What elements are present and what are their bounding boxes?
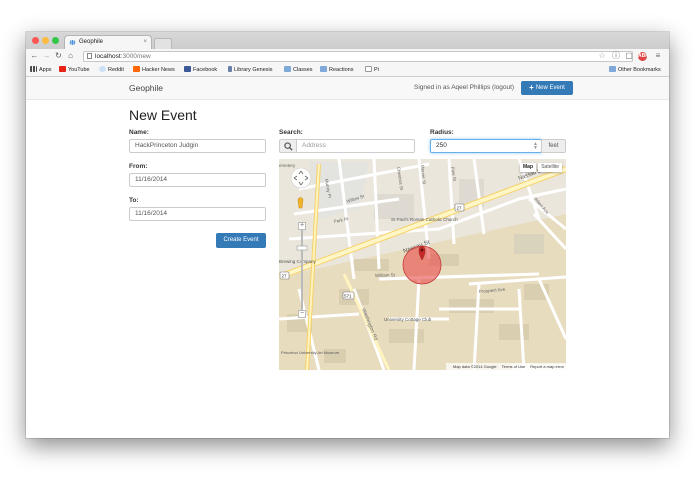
new-event-label: New Event [535, 85, 565, 91]
route-27-label: 27 [457, 206, 463, 211]
apps-grid-icon [30, 66, 37, 72]
marker-center [420, 248, 424, 252]
map-type-satellite-button[interactable]: Satellite [538, 163, 562, 172]
signed-in-text[interactable]: Signed in as Aqeel Phillips (logout) [414, 77, 514, 99]
number-spinner-icon[interactable]: ▲ ▼ [533, 142, 538, 151]
library-icon [228, 66, 232, 72]
from-label: From: [129, 163, 148, 170]
art-museum-label: Princeton University Art Museum [281, 350, 340, 355]
reddit-icon [99, 66, 106, 72]
address-bar[interactable]: localhost:3000/new [83, 51, 633, 62]
youtube-icon [59, 66, 66, 72]
bookmark-youtube[interactable]: YouTube [59, 64, 90, 76]
page-icon [365, 66, 372, 72]
bookmark-other[interactable]: Other Bookmarks [609, 64, 661, 76]
bookmark-library-genesis[interactable]: Library Genesis [228, 64, 273, 76]
reload-icon[interactable]: ↻ [54, 51, 63, 61]
to-date-field[interactable]: 11/16/2014 [129, 207, 266, 221]
map-data-credit: Map data ©2014 Google [452, 364, 497, 369]
create-event-button[interactable]: Create Event [216, 233, 266, 248]
bookmark-reactions[interactable]: Reactions [320, 64, 353, 76]
map-type-map-button[interactable]: Map [520, 163, 536, 172]
william-street-label: William St [375, 272, 396, 278]
cottage-club-label: University Cottage Club [384, 317, 432, 322]
search-icon [284, 142, 293, 151]
radius-value: 250 [436, 142, 447, 149]
url-path: :3000/new [120, 53, 151, 60]
bookmark-hacker-news[interactable]: Hacker News [133, 64, 175, 76]
back-arrow-icon[interactable]: ← [30, 51, 39, 61]
radius-input[interactable]: 250 ▲ ▼ [430, 139, 542, 153]
page-content: Geophile Signed in as Aqeel Phillips (lo… [26, 77, 669, 438]
name-field[interactable]: HackPrinceton Judgin [129, 139, 266, 153]
cemetery-label: emetery [279, 163, 296, 168]
tab-title: Geophile [79, 39, 104, 45]
info-icon[interactable]: ⓘ [611, 51, 621, 61]
radius-label: Radius: [430, 129, 454, 136]
cast-icon[interactable]: ▢ [624, 51, 634, 61]
browser-window: Geophile × ← → ↻ ⌂ localhost:3000/new ☆ … [26, 32, 669, 438]
bookmark-classes[interactable]: Classes [284, 64, 313, 76]
page-title: New Event [129, 107, 197, 123]
church-label: St Paul's Roman Catholic Church [391, 217, 458, 222]
zoom-slider-handle[interactable] [296, 245, 308, 251]
plus-icon: + [529, 83, 534, 92]
tab-close-icon[interactable]: × [143, 36, 147, 49]
minimize-window-icon[interactable] [42, 37, 49, 44]
to-label: To: [129, 197, 139, 204]
adblock-icon[interactable]: ABP [638, 52, 649, 61]
name-label: Name: [129, 129, 149, 136]
hacker-news-icon [133, 66, 140, 72]
browser-toolbar: ← → ↻ ⌂ localhost:3000/new ☆ ⓘ ▢ ABP ≡ [26, 49, 669, 64]
close-window-icon[interactable] [32, 37, 39, 44]
building-block [449, 299, 494, 313]
search-label: Search: [279, 129, 303, 136]
url-host: localhost [95, 53, 121, 60]
brewing-company-label: Brewing Company [279, 259, 317, 264]
bookmark-star-icon[interactable]: ☆ [597, 51, 607, 61]
facebook-icon [184, 66, 191, 72]
search-addon [279, 139, 297, 153]
zoom-window-icon[interactable] [52, 37, 59, 44]
route-571-label: 571 [344, 294, 352, 299]
terms-of-use-link[interactable]: Terms of Use [502, 364, 526, 369]
pegman-icon[interactable] [297, 197, 304, 209]
map[interactable]: Nassau St Nassau St William St Washingto… [279, 159, 566, 370]
tab-strip: Geophile × [26, 32, 669, 49]
folder-icon [320, 66, 327, 72]
bookmark-apps[interactable]: Apps [30, 64, 52, 76]
building-block [499, 324, 529, 340]
app-navbar: Geophile Signed in as Aqeel Phillips (lo… [26, 77, 669, 100]
route-27-west-label: 27 [282, 274, 288, 279]
bookmark-pi[interactable]: Pi [365, 64, 379, 76]
building-block [354, 259, 389, 271]
zoom-in-button[interactable]: + [298, 222, 306, 230]
radius-unit: feet [541, 139, 566, 153]
building-block [374, 194, 414, 219]
building-block [514, 234, 544, 254]
brand-link[interactable]: Geophile [129, 77, 163, 99]
menu-icon[interactable]: ≡ [653, 51, 663, 61]
page-icon [87, 53, 92, 59]
new-tab-button[interactable] [154, 38, 172, 49]
map-canvas[interactable]: Nassau St Nassau St William St Washingto… [279, 159, 566, 370]
address-search-input[interactable]: Address [296, 139, 415, 153]
folder-icon [609, 66, 616, 72]
bookmark-facebook[interactable]: Facebook [184, 64, 217, 76]
forward-arrow-icon[interactable]: → [42, 51, 51, 61]
globe-favicon-icon [69, 39, 76, 46]
home-icon[interactable]: ⌂ [66, 51, 75, 61]
bookmark-reddit[interactable]: Reddit [99, 64, 124, 76]
tab-geophile[interactable]: Geophile × [64, 35, 152, 49]
from-date-field[interactable]: 11/16/2014 [129, 173, 266, 187]
new-event-button[interactable]: + New Event [521, 81, 573, 95]
folder-icon [284, 66, 291, 72]
report-map-error-link[interactable]: Report a map error [530, 364, 564, 369]
map-footer: Map data ©2014 Google Terms of Use Report … [445, 363, 566, 370]
bookmarks-bar: Apps YouTube Reddit Hacker News Facebook… [26, 64, 669, 77]
zoom-out-button[interactable]: − [298, 310, 306, 318]
building-block [389, 329, 424, 343]
